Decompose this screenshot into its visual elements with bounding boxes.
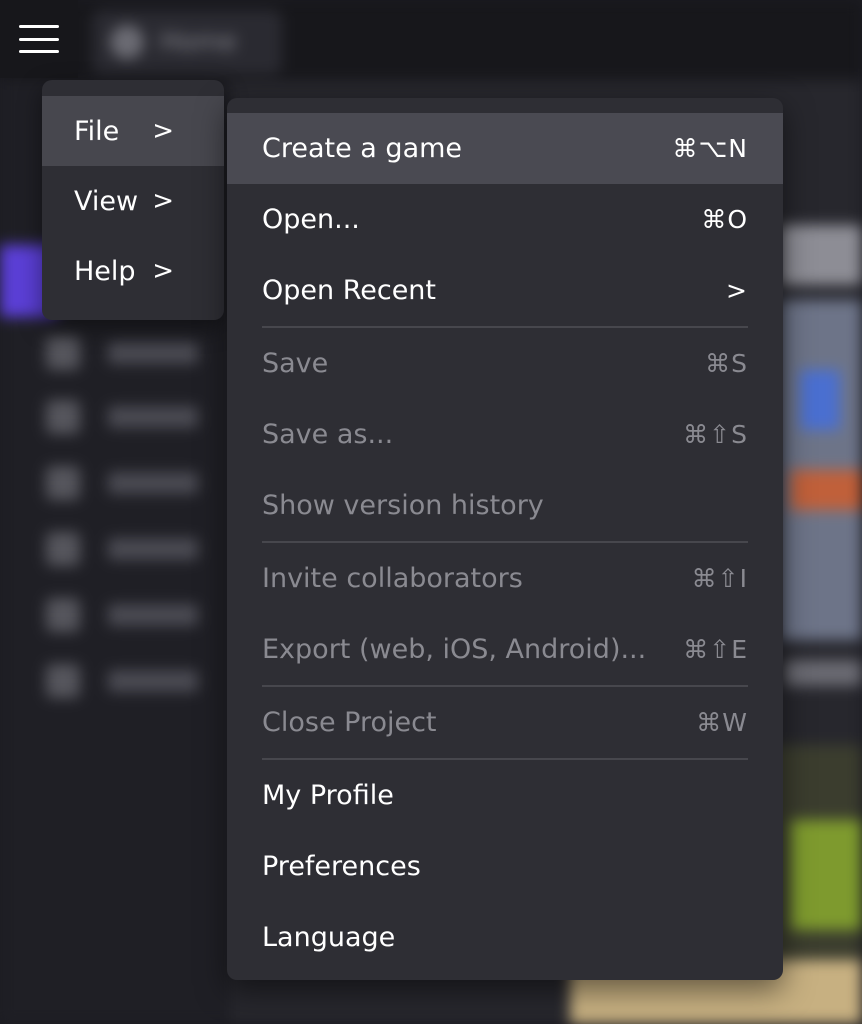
chevron-right-icon: > — [152, 256, 174, 286]
sidebar-item-icon — [46, 400, 80, 434]
shortcut-label: ⌘W — [696, 708, 748, 737]
menu-item-close-project[interactable]: Close Project ⌘W — [227, 687, 783, 758]
home-button[interactable]: Home — [92, 10, 282, 74]
menu-item-label: Show version history — [262, 490, 544, 521]
menu-item-version-history[interactable]: Show version history — [227, 470, 783, 541]
menu-item-label: Open... — [262, 204, 360, 235]
sidebar-item-icon — [46, 336, 80, 370]
thumbnail-detail — [790, 820, 862, 930]
menu-item-help[interactable]: Help > — [42, 236, 224, 306]
chevron-right-icon: > — [152, 186, 174, 216]
home-icon — [110, 25, 144, 59]
menu-item-open-recent[interactable]: Open Recent > — [227, 255, 783, 326]
sidebar-item-label — [108, 472, 198, 494]
menu-item-file[interactable]: File > — [42, 96, 224, 166]
shortcut-label: ⌘S — [705, 349, 748, 378]
chevron-right-icon: > — [726, 276, 748, 305]
hamburger-icon — [19, 25, 59, 53]
menu-item-label: My Profile — [262, 780, 394, 811]
menu-item-export[interactable]: Export (web, iOS, Android)... ⌘⇧E — [227, 614, 783, 685]
menu-item-view[interactable]: View > — [42, 166, 224, 236]
sidebar-item-icon — [46, 664, 80, 698]
sidebar-item-icon — [46, 532, 80, 566]
shortcut-label: ⌘O — [701, 205, 748, 234]
shortcut-label: ⌘⇧I — [691, 564, 748, 593]
sidebar-item-label — [108, 538, 198, 560]
content-heading — [780, 225, 862, 285]
sidebar-item-icon — [46, 598, 80, 632]
menu-item-language[interactable]: Language — [227, 902, 783, 973]
menu-item-label: Save — [262, 348, 329, 379]
main-menu: File > View > Help > — [42, 80, 224, 320]
sidebar-item-label — [108, 406, 198, 428]
sidebar-item[interactable] — [46, 532, 198, 566]
sidebar-item-label — [108, 604, 198, 626]
menu-item-preferences[interactable]: Preferences — [227, 831, 783, 902]
menu-item-label: View — [74, 185, 139, 217]
menu-item-label: Open Recent — [262, 275, 437, 306]
menu-item-label: Preferences — [262, 851, 421, 882]
shortcut-label: ⌘⌥N — [672, 134, 748, 163]
menu-item-label: Invite collaborators — [262, 563, 523, 594]
home-label: Home — [160, 27, 237, 57]
menu-item-save-as[interactable]: Save as... ⌘⇧S — [227, 399, 783, 470]
menu-item-save[interactable]: Save ⌘S — [227, 328, 783, 399]
menu-item-label: Create a game — [262, 133, 463, 164]
menu-item-invite-collaborators[interactable]: Invite collaborators ⌘⇧I — [227, 543, 783, 614]
menu-item-my-profile[interactable]: My Profile — [227, 760, 783, 831]
chevron-right-icon: > — [152, 116, 174, 146]
sidebar-item[interactable] — [46, 664, 198, 698]
menu-item-label: Help — [74, 255, 136, 287]
sidebar-item[interactable] — [46, 466, 198, 500]
menu-item-label: File — [74, 115, 120, 147]
shortcut-label: ⌘⇧S — [683, 420, 748, 449]
hamburger-menu-button[interactable] — [0, 0, 78, 78]
shortcut-label: ⌘⇧E — [683, 635, 748, 664]
sidebar-item[interactable] — [46, 400, 198, 434]
sidebar-item[interactable] — [46, 336, 198, 370]
thumbnail-caption — [784, 660, 862, 686]
thumbnail-detail — [800, 370, 840, 430]
sidebar-item[interactable] — [46, 598, 198, 632]
sidebar-item-icon — [46, 466, 80, 500]
file-submenu: Create a game ⌘⌥N Open... ⌘O Open Recent… — [227, 98, 783, 980]
menu-item-create-game[interactable]: Create a game ⌘⌥N — [227, 113, 783, 184]
thumbnail-detail — [790, 470, 862, 510]
menu-item-label: Close Project — [262, 707, 437, 738]
sidebar-item-label — [108, 670, 198, 692]
menu-item-open[interactable]: Open... ⌘O — [227, 184, 783, 255]
sidebar-item-label — [108, 342, 198, 364]
menu-item-label: Export (web, iOS, Android)... — [262, 634, 647, 665]
menu-item-label: Language — [262, 922, 396, 953]
menu-item-label: Save as... — [262, 419, 394, 450]
